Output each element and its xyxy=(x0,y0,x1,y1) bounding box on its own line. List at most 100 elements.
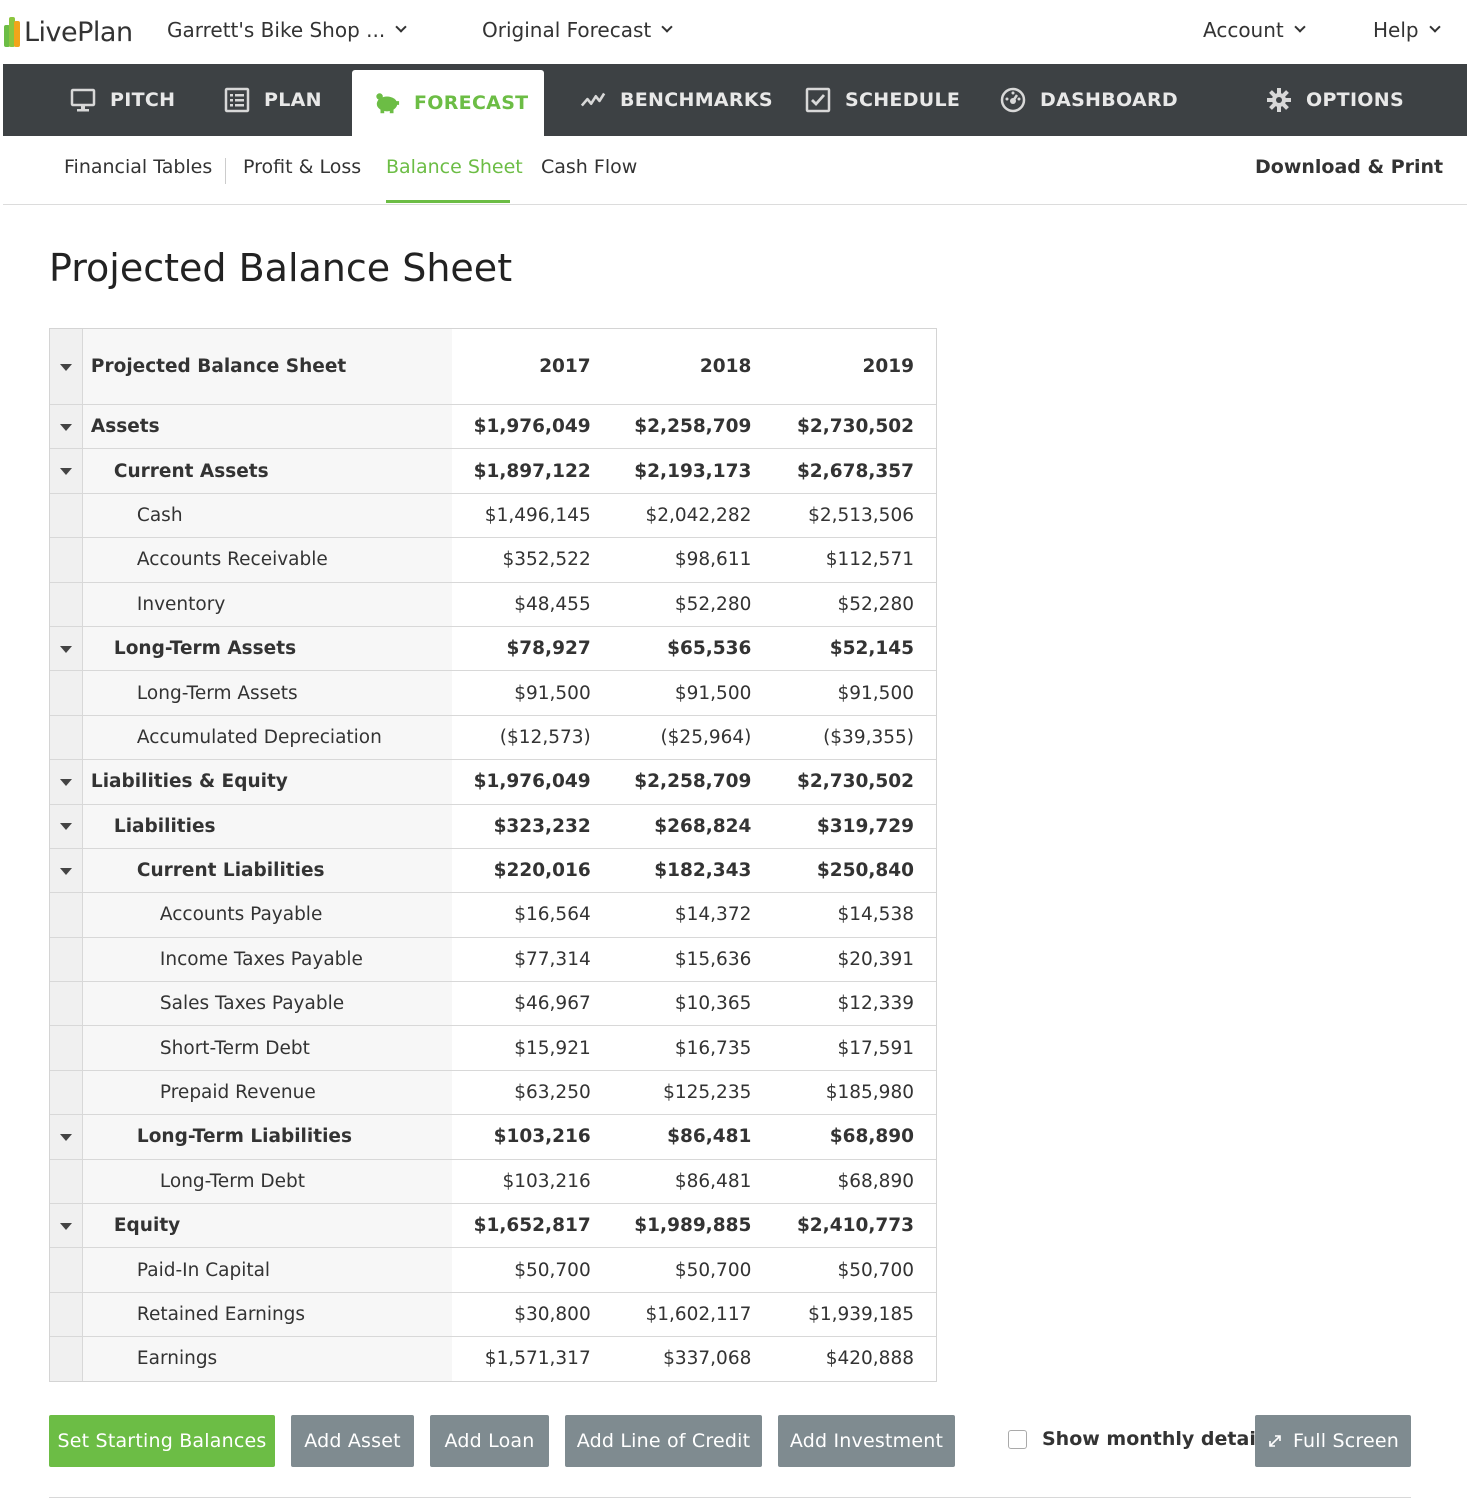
show-monthly-detail-toggle[interactable]: Show monthly detail xyxy=(1008,1428,1262,1450)
set-starting-balances-button[interactable]: Set Starting Balances xyxy=(49,1415,275,1467)
year-header: 2019 xyxy=(773,329,936,404)
cell-value: $86,481 xyxy=(612,1159,774,1204)
cell-value: $68,890 xyxy=(773,1115,936,1159)
collapse-toggle[interactable] xyxy=(50,405,83,449)
cell-value: $30,800 xyxy=(452,1292,613,1337)
cell-value: $319,729 xyxy=(773,804,936,848)
cell-value: $1,976,049 xyxy=(452,405,613,449)
monitor-icon xyxy=(70,87,96,113)
caret-down-icon xyxy=(60,645,72,653)
collapse-toggle[interactable] xyxy=(50,329,83,404)
caret-down-icon xyxy=(60,823,72,831)
collapse-toggle[interactable] xyxy=(50,804,83,848)
nav-pitch[interactable]: PITCH xyxy=(70,64,175,136)
add-asset-button[interactable]: Add Asset xyxy=(291,1415,414,1467)
collapse-toggle[interactable] xyxy=(50,626,83,671)
table-row: Long-Term Assets $91,500 $91,500 $91,500 xyxy=(50,670,936,715)
cell-value: $1,602,117 xyxy=(612,1292,774,1337)
document-icon xyxy=(224,87,250,113)
cell-value: $323,232 xyxy=(452,804,613,848)
row-label: Earnings xyxy=(82,1337,453,1381)
row-gutter xyxy=(50,982,83,1026)
cell-value: $50,700 xyxy=(773,1248,936,1292)
row-gutter xyxy=(50,582,83,626)
tab-financial-tables[interactable]: Financial Tables xyxy=(64,156,212,178)
row-label: Accounts Payable xyxy=(82,893,453,937)
table-row: Paid-In Capital $50,700 $50,700 $50,700 xyxy=(50,1247,936,1292)
collapse-toggle[interactable] xyxy=(50,1204,83,1248)
cell-value: $2,410,773 xyxy=(773,1204,936,1248)
row-gutter xyxy=(50,715,83,760)
caret-down-icon xyxy=(60,1133,72,1141)
forecast-selector[interactable]: Original Forecast xyxy=(482,18,673,42)
cell-value: $46,967 xyxy=(452,982,613,1026)
cell-value: $268,824 xyxy=(612,804,774,848)
row-label: Long-Term Debt xyxy=(82,1159,453,1204)
row-label: Prepaid Revenue xyxy=(82,1070,453,1115)
table-row: Income Taxes Payable $77,314 $15,636 $20… xyxy=(50,936,936,982)
active-tab-indicator xyxy=(386,200,510,203)
collapse-toggle[interactable] xyxy=(50,848,83,893)
cell-value: $14,538 xyxy=(773,893,936,937)
row-gutter xyxy=(50,1248,83,1292)
table-row: Current Liabilities $220,016 $182,343 $2… xyxy=(50,847,936,893)
cell-value: $2,258,709 xyxy=(612,760,774,804)
row-label: Paid-In Capital xyxy=(82,1248,453,1292)
help-menu[interactable]: Help xyxy=(1373,18,1441,42)
tab-cash-flow[interactable]: Cash Flow xyxy=(541,156,637,178)
collapse-toggle[interactable] xyxy=(50,760,83,804)
show-monthly-detail-label: Show monthly detail xyxy=(1042,1428,1263,1450)
help-label: Help xyxy=(1373,18,1419,42)
table-row: Accounts Receivable $352,522 $98,611 $11… xyxy=(50,537,936,582)
add-loan-button[interactable]: Add Loan xyxy=(430,1415,549,1467)
nav-benchmarks[interactable]: BENCHMARKS xyxy=(580,64,773,136)
table-row: Long-Term Liabilities $103,216 $86,481 $… xyxy=(50,1114,936,1159)
tab-balance-sheet[interactable]: Balance Sheet xyxy=(386,156,523,178)
forecast-name: Original Forecast xyxy=(482,18,652,42)
cell-value: $220,016 xyxy=(452,848,613,893)
collapse-toggle[interactable] xyxy=(50,1115,83,1159)
table-row: Accounts Payable $16,564 $14,372 $14,538 xyxy=(50,892,936,937)
nav-plan[interactable]: PLAN xyxy=(224,64,322,136)
cell-value: $185,980 xyxy=(773,1070,936,1115)
cell-value: $1,989,885 xyxy=(612,1204,774,1248)
nav-schedule[interactable]: SCHEDULE xyxy=(805,64,960,136)
cell-value: $112,571 xyxy=(773,538,936,582)
chevron-down-icon xyxy=(1294,21,1306,33)
add-investment-button[interactable]: Add Investment xyxy=(778,1415,955,1467)
cell-value: $182,343 xyxy=(612,848,774,893)
row-gutter xyxy=(50,538,83,582)
cell-value: ($25,964) xyxy=(612,715,774,760)
table-row: Sales Taxes Payable $46,967 $10,365 $12,… xyxy=(50,981,936,1026)
cell-value: $63,250 xyxy=(452,1070,613,1115)
company-selector[interactable]: Garrett's Bike Shop ... xyxy=(167,18,407,42)
row-label: Current Assets xyxy=(82,449,453,493)
nav-dashboard[interactable]: DASHBOARD xyxy=(1000,64,1178,136)
tab-profit-loss[interactable]: Profit & Loss xyxy=(243,156,361,178)
full-screen-button[interactable]: Full Screen xyxy=(1255,1415,1411,1467)
row-label: Equity xyxy=(82,1204,453,1248)
table-row: Liabilities $323,232 $268,824 $319,729 xyxy=(50,803,936,848)
nav-forecast[interactable]: FORECAST xyxy=(352,70,544,136)
nav-options[interactable]: OPTIONS xyxy=(1266,64,1404,136)
year-header: 2017 xyxy=(452,329,613,404)
account-menu[interactable]: Account xyxy=(1203,18,1306,42)
download-print-link[interactable]: Download & Print xyxy=(1255,156,1443,178)
collapse-toggle[interactable] xyxy=(50,449,83,493)
cell-value: $17,591 xyxy=(773,1026,936,1070)
year-header: 2018 xyxy=(612,329,774,404)
liveplan-logo[interactable]: LivePlan xyxy=(4,14,133,50)
row-label: Liabilities & Equity xyxy=(82,760,453,804)
show-monthly-detail-checkbox[interactable] xyxy=(1008,1429,1027,1449)
divider xyxy=(49,1497,1411,1498)
cell-value: $16,735 xyxy=(612,1026,774,1070)
cell-value: $103,216 xyxy=(452,1159,613,1204)
cell-value: $52,280 xyxy=(773,582,936,626)
caret-down-icon xyxy=(60,778,72,786)
logo-mark-icon xyxy=(4,17,22,47)
cell-value: $1,496,145 xyxy=(452,493,613,538)
cell-value: $2,193,173 xyxy=(612,449,774,493)
table-row: Current Assets $1,897,122 $2,193,173 $2,… xyxy=(50,448,936,493)
add-line-of-credit-button[interactable]: Add Line of Credit xyxy=(565,1415,762,1467)
cell-value: $125,235 xyxy=(612,1070,774,1115)
